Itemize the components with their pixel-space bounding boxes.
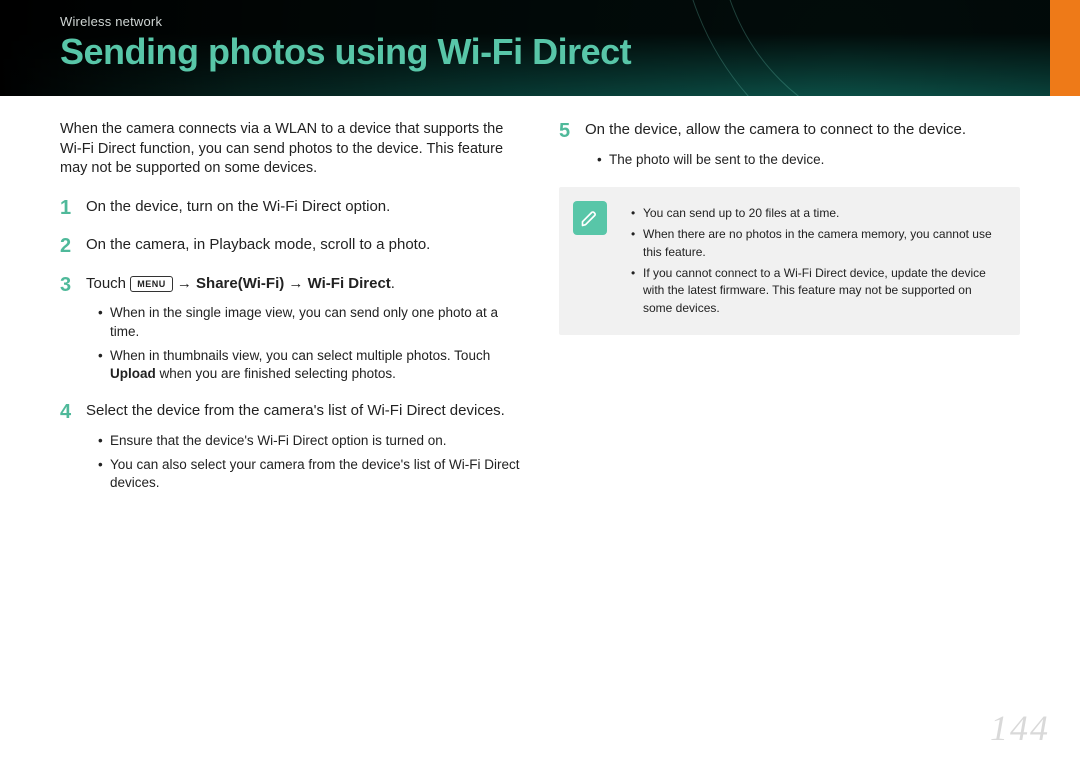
list-item: When there are no photos in the camera m… — [631, 226, 1004, 261]
step-5: 5 On the device, allow the camera to con… — [559, 120, 1020, 169]
step-4-sublist: Ensure that the device's Wi-Fi Direct op… — [86, 426, 521, 493]
step-5-sublist: The photo will be sent to the device. — [585, 145, 1020, 169]
step-number: 4 — [60, 399, 71, 426]
step-text: Select the device from the camera's list… — [86, 402, 505, 419]
note-box: You can send up to 20 files at a time. W… — [559, 187, 1020, 335]
step-number: 1 — [60, 195, 71, 222]
column-right: 5 On the device, allow the camera to con… — [559, 120, 1020, 510]
step-number: 5 — [559, 118, 570, 145]
step-text: On the camera, in Playback mode, scroll … — [86, 236, 430, 253]
step-1: 1 On the device, turn on the Wi-Fi Direc… — [60, 197, 521, 218]
wifi-direct-label: Wi-Fi Direct — [308, 275, 391, 292]
pen-note-icon — [573, 201, 607, 235]
list-item: When in the single image view, you can s… — [98, 304, 521, 340]
content-columns: When the camera connects via a WLAN to a… — [0, 96, 1080, 510]
page-number: 144 — [990, 707, 1050, 749]
column-left: When the camera connects via a WLAN to a… — [60, 120, 521, 510]
list-item: If you cannot connect to a Wi-Fi Direct … — [631, 265, 1004, 317]
list-item: The photo will be sent to the device. — [597, 151, 1020, 169]
upload-label: Upload — [110, 366, 156, 381]
step-text: Touch MENU → Share(Wi-Fi) → Wi-Fi Direct… — [86, 275, 395, 292]
list-item: When in thumbnails view, you can select … — [98, 347, 521, 383]
step-2: 2 On the camera, in Playback mode, scrol… — [60, 235, 521, 256]
breadcrumb: Wireless network — [60, 14, 631, 29]
list-item: You can also select your camera from the… — [98, 456, 521, 492]
arrow-icon: → — [284, 275, 307, 292]
menu-badge: MENU — [130, 276, 173, 292]
step-text: On the device, turn on the Wi-Fi Direct … — [86, 198, 390, 215]
steps-list-right: 5 On the device, allow the camera to con… — [559, 120, 1020, 169]
steps-list: 1 On the device, turn on the Wi-Fi Direc… — [60, 197, 521, 493]
touch-label: Touch — [86, 275, 126, 292]
intro-text: When the camera connects via a WLAN to a… — [60, 120, 521, 179]
arrow-icon: → — [173, 275, 196, 292]
step-3-sublist: When in the single image view, you can s… — [86, 298, 521, 383]
step-4: 4 Select the device from the camera's li… — [60, 401, 521, 492]
note-list: You can send up to 20 files at a time. W… — [619, 205, 1004, 317]
step-text: On the device, allow the camera to conne… — [585, 121, 966, 138]
page-title: Sending photos using Wi-Fi Direct — [60, 31, 631, 73]
chapter-tab — [1050, 0, 1080, 96]
list-item: Ensure that the device's Wi-Fi Direct op… — [98, 432, 521, 450]
step-number: 2 — [60, 233, 71, 260]
share-wifi-label: Share(Wi-Fi) — [196, 275, 284, 292]
step-number: 3 — [60, 272, 71, 299]
note-content: You can send up to 20 files at a time. W… — [619, 201, 1004, 321]
page-banner: Wireless network Sending photos using Wi… — [0, 0, 1080, 96]
step-3: 3 Touch MENU → Share(Wi-Fi) → Wi-Fi Dire… — [60, 274, 521, 383]
list-item: You can send up to 20 files at a time. — [631, 205, 1004, 222]
